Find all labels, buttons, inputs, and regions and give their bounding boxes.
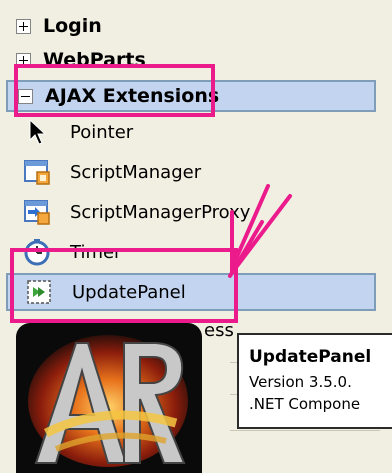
toolbox-panel: Login WebParts AJAX Extensions Pointer S…: [0, 0, 392, 473]
annotation-arrow: [228, 184, 292, 278]
